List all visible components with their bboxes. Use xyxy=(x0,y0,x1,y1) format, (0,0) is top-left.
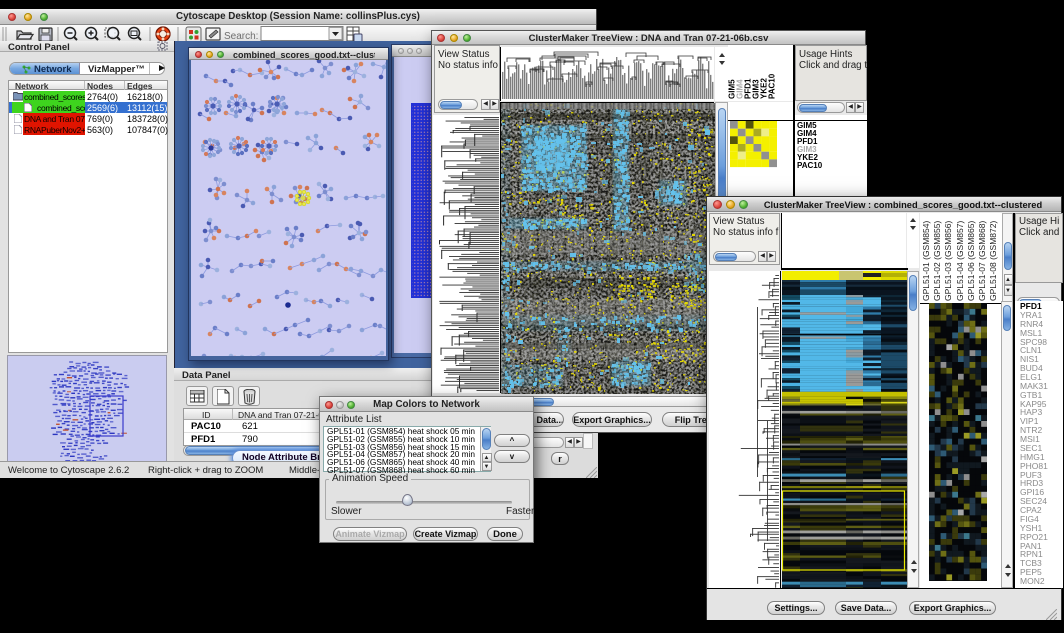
svg-text:GPL51-01 (GSM854): GPL51-01 (GSM854) xyxy=(921,221,931,301)
svg-text:GPL51-04 (GSM857): GPL51-04 (GSM857) xyxy=(955,221,965,301)
svg-text:PAC10: PAC10 xyxy=(768,73,777,99)
svg-text:GPL51-06 (GSM865): GPL51-06 (GSM865) xyxy=(966,221,976,301)
svg-text:GPL51-07 (GSM868): GPL51-07 (GSM868) xyxy=(977,221,987,301)
svg-text:GPL51-02 (GSM855): GPL51-02 (GSM855) xyxy=(932,221,942,301)
svg-text:GPL51-08 (GSM872): GPL51-08 (GSM872) xyxy=(988,221,998,301)
svg-text:GPL51-03 (GSM856): GPL51-03 (GSM856) xyxy=(943,221,953,301)
